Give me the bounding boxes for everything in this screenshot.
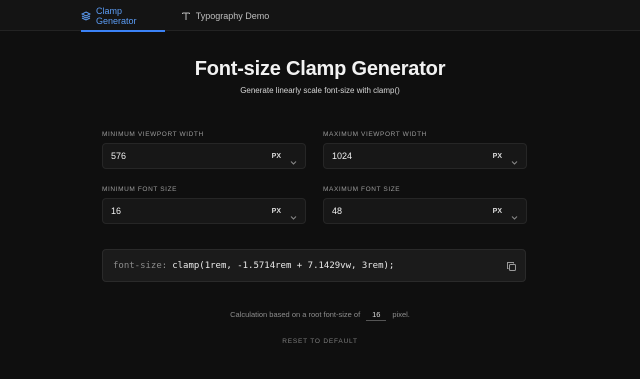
min-viewport-label: MINIMUM VIEWPORT WIDTH xyxy=(102,131,204,138)
chevron-down-icon[interactable] xyxy=(290,208,297,220)
max-viewport-value[interactable]: 1024 xyxy=(332,151,352,161)
min-font-label: MINIMUM FONT SIZE xyxy=(102,186,178,193)
min-font-field[interactable]: 16 PX xyxy=(102,198,306,224)
max-font-field[interactable]: 48 PX xyxy=(323,198,527,224)
top-nav: Clamp Generator Typography Demo xyxy=(0,0,640,32)
clamp-output: font-size: clamp(1rem, -1.5714rem + 7.14… xyxy=(102,249,526,282)
tab-label: Clamp Generator xyxy=(96,5,137,26)
layers-icon xyxy=(81,10,91,21)
tab-clamp-generator[interactable]: Clamp Generator xyxy=(81,0,165,32)
tab-typography-demo[interactable]: Typography Demo xyxy=(180,0,270,31)
output-value: clamp(1rem, -1.5714rem + 7.1429vw, 3rem)… xyxy=(172,260,395,271)
max-viewport-label: MAXIMUM VIEWPORT WIDTH xyxy=(323,131,427,138)
unit-select[interactable]: PX xyxy=(272,208,281,215)
max-font-label: MAXIMUM FONT SIZE xyxy=(323,186,401,193)
chevron-down-icon[interactable] xyxy=(511,208,518,220)
unit-select[interactable]: PX xyxy=(493,208,502,215)
min-viewport-field[interactable]: 576 PX xyxy=(102,143,306,169)
root-font-size-input[interactable]: 16 xyxy=(366,310,387,321)
unit-select[interactable]: PX xyxy=(272,153,281,160)
copy-icon[interactable] xyxy=(506,261,517,272)
min-viewport-value[interactable]: 576 xyxy=(111,151,126,161)
reset-button[interactable]: RESET TO DEFAULT xyxy=(0,338,640,345)
output-property: font-size: xyxy=(113,260,168,271)
tab-label: Typography Demo xyxy=(195,10,270,21)
text-icon xyxy=(181,11,191,21)
page-subtitle: Generate linearly scale font-size with c… xyxy=(240,86,400,95)
chevron-down-icon[interactable] xyxy=(290,153,297,165)
min-font-value[interactable]: 16 xyxy=(111,206,121,216)
chevron-down-icon[interactable] xyxy=(511,153,518,165)
page-title: Font-size Clamp Generator xyxy=(194,58,446,80)
calc-prefix: Calculation based on a root font-size of xyxy=(230,310,361,319)
unit-select[interactable]: PX xyxy=(493,153,502,160)
calc-note: Calculation based on a root font-size of… xyxy=(0,310,640,321)
max-font-value[interactable]: 48 xyxy=(332,206,342,216)
max-viewport-field[interactable]: 1024 PX xyxy=(323,143,527,169)
calc-suffix: pixel. xyxy=(392,310,410,319)
